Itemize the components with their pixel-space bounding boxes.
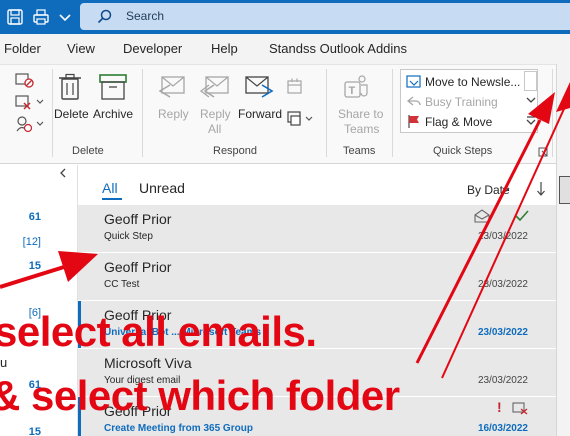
reply-icon[interactable] (158, 75, 186, 99)
ignore-icon[interactable] (14, 71, 36, 89)
reply-all-icon[interactable] (200, 75, 230, 99)
meeting-icon[interactable] (286, 77, 304, 97)
separator (392, 69, 393, 157)
tab-underline (102, 198, 122, 200)
menu-view[interactable]: View (67, 41, 95, 56)
read-envelope-icon[interactable] (474, 209, 490, 223)
menu-help[interactable]: Help (211, 41, 238, 56)
quick-step-flag-and-move[interactable]: Flag & Move (404, 113, 524, 131)
importance-icon: ! (497, 399, 502, 415)
share-to-teams-button-line1[interactable]: Share to (338, 107, 383, 121)
quick-step-label: Busy Training (425, 95, 498, 109)
list-item[interactable]: Geoff Prior CC Test 23/03/2022 (78, 253, 556, 300)
message-date: 16/03/2022 (477, 423, 528, 434)
search-icon (97, 9, 112, 24)
gallery-more-icon[interactable] (526, 115, 536, 127)
right-pane (556, 64, 570, 436)
check-icon[interactable] (514, 209, 530, 223)
folder-item-count: [12] (22, 236, 41, 248)
chevron-down-icon[interactable] (526, 95, 536, 105)
message-sender: Microsoft Viva (104, 355, 192, 371)
reply-button[interactable]: Reply (158, 107, 189, 121)
reply-arrow-icon (406, 96, 421, 106)
separator (552, 69, 553, 157)
message-subject: Create Meeting from 365 Group (104, 423, 253, 434)
group-label-respond: Respond (213, 145, 258, 157)
forward-button[interactable]: Forward (238, 107, 282, 121)
group-label-delete: Delete (72, 145, 104, 157)
menu-standss-addins[interactable]: Standss Outlook Addins (269, 41, 407, 56)
search-placeholder: Search (126, 9, 165, 23)
svg-text:T: T (349, 85, 356, 97)
flag-icon (408, 115, 419, 128)
search-input[interactable]: Search (80, 3, 570, 30)
folder-unread-count: 61 (28, 211, 41, 223)
chevron-down-icon[interactable] (58, 8, 72, 26)
menu-bar: Folder View Developer Help Standss Outlo… (0, 34, 570, 64)
message-subject: Quick Step (104, 231, 153, 242)
ribbon: Delete Archive Delete Reply Reply All Fo… (0, 64, 570, 164)
folder-unread-count: 15 (28, 260, 41, 272)
quick-step-label: Move to Newsle... (425, 75, 521, 89)
message-sender: Geoff Prior (104, 259, 172, 275)
cleanup-icon[interactable] (14, 93, 46, 111)
sort-direction-icon[interactable] (536, 181, 546, 197)
tab-all[interactable]: All (102, 180, 118, 196)
message-subject: CC Test (104, 279, 140, 290)
save-icon[interactable] (6, 8, 24, 26)
collapse-chevron-icon[interactable] (58, 167, 68, 179)
message-sender: Geoff Prior (104, 211, 172, 227)
move-icon (406, 75, 421, 88)
annotation-select-all: select all emails. (0, 308, 317, 355)
reply-all-button-line2[interactable]: All (208, 122, 221, 136)
forward-icon[interactable] (244, 75, 274, 99)
message-date: 23/03/2022 (477, 231, 528, 242)
pane-tab[interactable] (559, 176, 570, 204)
dialog-launcher-icon[interactable] (538, 147, 548, 157)
title-bar: Search (0, 0, 570, 34)
archive-button[interactable]: Archive (93, 107, 133, 121)
separator (52, 69, 53, 157)
delete-envelope-icon[interactable] (512, 401, 528, 415)
delete-button[interactable]: Delete (54, 107, 89, 121)
quick-step-label: Flag & Move (425, 115, 493, 129)
chevron-down-icon[interactable] (502, 187, 510, 193)
message-date: 23/03/2022 (477, 279, 528, 290)
print-icon[interactable] (32, 8, 50, 26)
folder-label-fragment: u (0, 355, 8, 370)
more-respond-icon[interactable] (286, 109, 316, 129)
menu-developer[interactable]: Developer (123, 41, 182, 56)
tab-unread[interactable]: Unread (139, 180, 185, 196)
junk-icon[interactable] (14, 115, 46, 133)
quick-step-move-to-newsletters[interactable]: Move to Newsle... (404, 73, 524, 91)
menu-folder[interactable]: Folder (4, 41, 41, 56)
separator (326, 69, 327, 157)
separator (142, 69, 143, 157)
quick-step-busy-training[interactable]: Busy Training (404, 93, 524, 111)
teams-icon[interactable]: T (342, 73, 370, 101)
group-label-teams: Teams (343, 145, 376, 157)
message-date: 23/03/2022 (477, 327, 528, 338)
gallery-scroll-up[interactable] (524, 71, 537, 91)
archive-icon[interactable] (98, 73, 128, 101)
list-item[interactable]: Geoff Prior Quick Step 23/03/2022 (78, 205, 556, 252)
folder-unread-count: 15 (28, 426, 41, 436)
delete-icon[interactable] (58, 73, 82, 101)
share-to-teams-button-line2[interactable]: Teams (344, 122, 379, 136)
reply-all-button-line1[interactable]: Reply (200, 107, 231, 121)
annotation-select-folder: & select which folder (0, 372, 400, 419)
message-date: 23/03/2022 (477, 375, 528, 386)
group-label-quick-steps: Quick Steps (433, 145, 493, 157)
